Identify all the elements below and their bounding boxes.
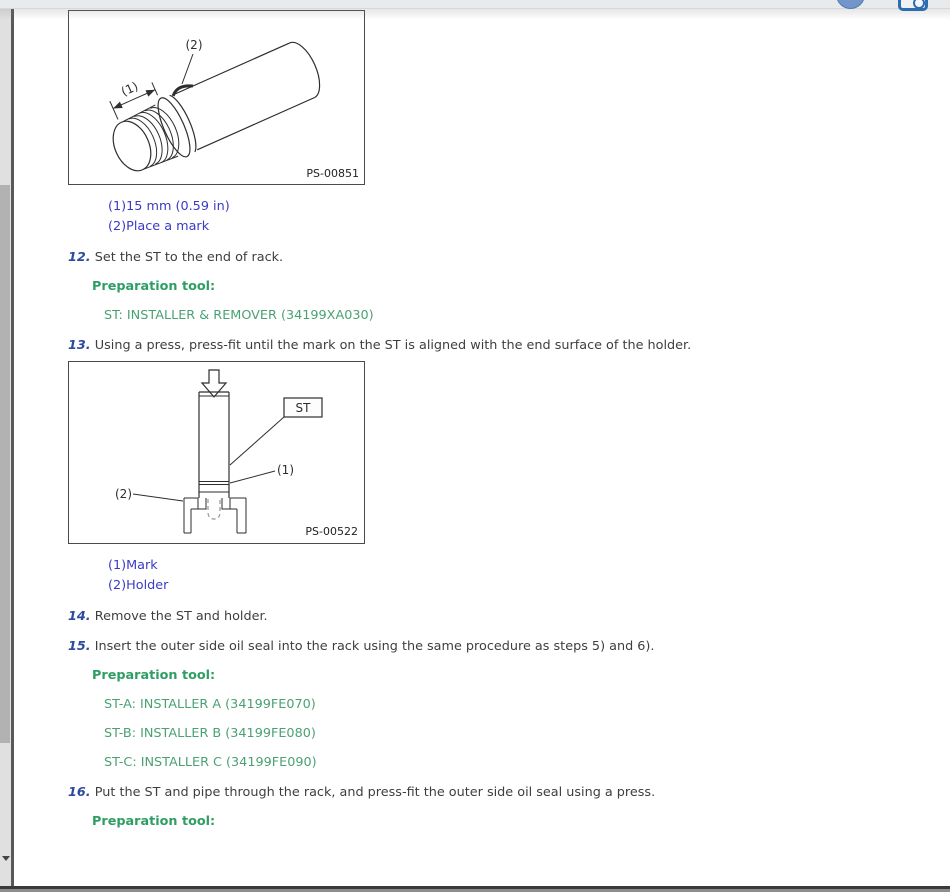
tool-line-st-b: ST-B: INSTALLER B (34199FE080): [104, 726, 316, 741]
tool-line-st-a: ST-A: INSTALLER A (34199FE070): [104, 697, 316, 712]
press-direction-arrow-icon: [200, 369, 228, 398]
step-14: 14. Remove the ST and holder.: [68, 607, 698, 626]
fig1-callout-1: (1): [119, 79, 140, 99]
prep-tool-heading: Preparation tool:: [92, 668, 216, 683]
step-text: Set the ST to the end of rack.: [94, 250, 284, 265]
step-15: 15. Insert the outer side oil seal into …: [68, 637, 698, 656]
figure-rack-mark: (1) (2) PS-00851: [68, 10, 365, 185]
fig2-callout-2: (2): [115, 487, 132, 501]
caption-line: (1)15 mm (0.59 in): [108, 199, 230, 214]
step-13: 13. Using a press, press-fit until the m…: [68, 336, 698, 355]
pane-divider: [11, 0, 14, 892]
step-text: Remove the ST and holder.: [94, 609, 268, 624]
step-16: 16. Put the ST and pipe through the rack…: [68, 783, 698, 802]
caption-line: (2)Holder: [108, 578, 169, 593]
step-12: 12. Set the ST to the end of rack.: [68, 248, 698, 267]
fig2-st-label: ST: [296, 401, 312, 415]
step-number: 12.: [68, 250, 91, 265]
step-number: 15.: [68, 639, 91, 654]
fig2-captions: (1)Mark (2)Holder: [108, 556, 848, 596]
prep-tool-heading: Preparation tool:: [92, 814, 216, 829]
fig2-callout-1: (1): [277, 463, 294, 477]
step-text: Insert the outer side oil seal into the …: [94, 639, 655, 654]
fig1-code: PS-00851: [306, 167, 359, 180]
figure-press-fit: ST (1) (2) PS-00522: [68, 361, 365, 544]
caption-line: (2)Place a mark: [108, 219, 210, 234]
tool-line-st-c: ST-C: INSTALLER C (34199FE090): [104, 755, 317, 770]
step-number: 13.: [68, 338, 91, 353]
rack-cylinder-diagram: (1) (2) PS-00851: [109, 38, 359, 180]
tool-line-st: ST: INSTALLER & REMOVER (34199XA030): [104, 308, 374, 323]
fig1-captions: (1)15 mm (0.59 in) (2)Place a mark: [108, 197, 848, 237]
step-number: 14.: [68, 609, 91, 624]
left-scrollbar-track[interactable]: [0, 0, 11, 892]
prep-tool-heading: Preparation tool:: [92, 279, 216, 294]
document-content: (1) (2) PS-00851 (1)15 mm (0.59 in) (2)P…: [14, 10, 848, 831]
step-text: Put the ST and pipe through the rack, an…: [94, 785, 656, 800]
manual-page: { "toolbar": { "icons": [ {"name": "prof…: [0, 0, 950, 892]
step-text: Using a press, press-fit until the mark …: [94, 338, 692, 353]
fig2-code: PS-00522: [305, 525, 358, 538]
step-number: 16.: [68, 785, 91, 800]
left-scrollbar-thumb[interactable]: [0, 185, 10, 743]
fig1-callout-2: (2): [186, 38, 203, 52]
press-fit-diagram: ST (1) (2) PS-00522: [115, 369, 358, 538]
toolbar-bottom-edge: [0, 0, 950, 9]
scroll-down-arrow-icon[interactable]: [2, 856, 10, 861]
caption-line: (1)Mark: [108, 558, 158, 573]
